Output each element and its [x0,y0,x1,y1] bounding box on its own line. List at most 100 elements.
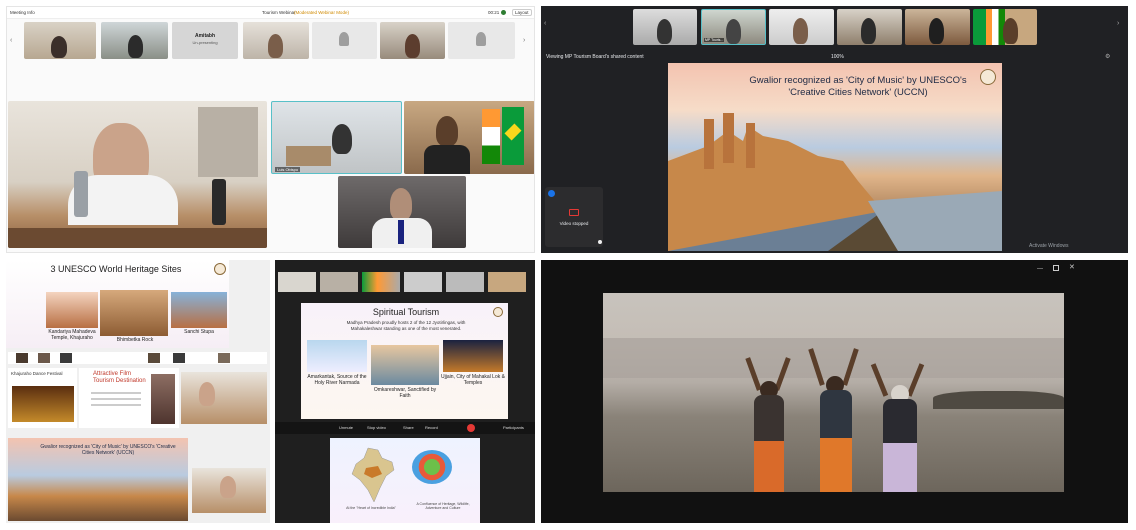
spiritual-slide: Spiritual Tourism Madhya Pradesh proudly… [301,303,508,419]
meeting-subtitle: (Moderated Webinar Mode) [294,10,349,15]
flask [212,179,226,225]
bottom-caption-2: A Confluence of Heritage, Wildlife, Adve… [416,502,470,510]
panel-video-player: — ✕ [541,260,1128,523]
thumb1-title: Khajuraho Dance Festival [11,371,63,376]
photo-amarkantak [307,340,367,372]
record-icon[interactable] [597,239,603,245]
thumb-tile-4[interactable] [380,22,445,59]
thumbnail-row [8,352,267,364]
layout-button[interactable]: Layout [512,9,532,16]
end-call-icon[interactable] [467,424,475,432]
thumb-tile-2[interactable] [101,22,168,59]
map-slide: At the "Heart of Incredible India" A Con… [330,438,480,523]
video-stopped-label: Video stopped [559,221,589,226]
photo-omkareshwar [371,345,439,385]
minimize-icon[interactable]: — [1037,266,1043,272]
app-title[interactable]: Meeting Info [10,10,35,15]
stop-video-button[interactable]: Stop video [367,425,386,430]
slide-title: Spiritual Tourism [372,307,440,317]
dance-festival-thumb[interactable]: Khajuraho Dance Festival [8,368,77,428]
strip-tile-4[interactable] [837,9,902,45]
shield-icon [501,10,506,15]
site-caption-3: Sanchi Stupa [184,329,214,335]
slide-body: Madhya Pradesh proudly hosts 2 of the 12… [346,320,466,331]
thumb-caption: Gwalior recognized as 'City of Music' by… [40,444,176,456]
main-speaker-video[interactable] [8,101,267,248]
meeting-toolbar: Unmute Stop video Share Record Participa… [275,422,535,434]
photo-khajuraho [46,292,98,328]
india-flag [482,109,500,164]
shared-slide: Gwalior recognized as 'City of Music' by… [668,63,1002,251]
thumb2-title: Attractive Film Tourism Destination [93,371,146,385]
thumb-tile-emblem-2[interactable] [448,22,515,59]
emblem-icon [493,307,503,317]
camera-icon[interactable] [548,190,555,197]
photo-ujjain [443,340,503,372]
bottom-caption: At the "Heart of Incredible India" [346,506,396,510]
thumb-tile-name[interactable]: Amitabh Un-presenting [172,22,238,59]
strip-tile-1[interactable] [633,9,697,45]
emblem-icon [476,32,486,46]
participant-video-1[interactable]: Luis Obispo [271,101,402,174]
thumb-tile-3[interactable] [243,22,309,59]
chevron-left-icon[interactable]: ‹ [544,20,546,27]
figure-left [745,355,796,492]
zoom-level[interactable]: 100% [831,54,844,60]
caption-1: Amarkantak, Source of the Holy River Nar… [307,374,367,386]
chevron-right-icon[interactable]: › [523,37,525,44]
flask [74,171,88,217]
caption-2: Omkareshwar, Sanctified by Faith [373,387,437,399]
thumb-tile-1[interactable] [24,22,96,59]
panel-spiritual-tourism: Spiritual Tourism Madhya Pradesh proudly… [275,260,535,523]
speaker-thumb[interactable] [181,372,267,424]
video-off-icon [569,209,579,216]
tile-status: Un-presenting [192,40,218,45]
strip-tile-5[interactable] [905,9,970,45]
clock: 00:21 [488,10,500,15]
site-caption-2: Bhimbetka Rock [116,337,154,343]
settings-icon[interactable]: ⚙ [1105,53,1110,60]
emblem-icon [980,69,996,85]
slide-title: Gwalior recognized as 'City of Music' by… [749,75,967,98]
gwalior-thumb[interactable]: Gwalior recognized as 'City of Music' by… [8,438,188,521]
strip-tile-6[interactable] [973,9,1037,45]
caption-3: Ujjain, City of Mahakal Lok & Temples [441,374,505,386]
panel-shared-content: ‹ MP Touris... › Viewing MP Tourism Boar… [541,6,1128,253]
chevron-left-icon[interactable]: ‹ [10,37,12,44]
meeting-topbar: Meeting Info Tourism Webinar (Moderated … [7,7,534,19]
heritage-slide: 3 UNESCO World Heritage Sites Kandariya … [6,260,229,348]
photo-bhimbetka [100,290,168,336]
share-button[interactable]: Share [403,425,414,430]
chevron-right-icon[interactable]: › [1117,20,1119,27]
thumb-tile-emblem[interactable] [312,22,377,59]
tile-name: Amitabh [195,33,215,39]
unmute-button[interactable]: Unmute [339,425,353,430]
strip-tile-2[interactable]: MP Touris... [701,9,766,45]
meeting-title: Tourism Webinar [262,10,296,15]
restore-icon[interactable] [1053,265,1059,271]
activate-windows: Activate Windows [1029,243,1069,249]
site-caption-1: Kandariya Mahadeva Temple, Khajuraho [48,329,96,341]
participants-button[interactable]: Participants [503,425,524,430]
video-label-1: Luis Obispo [275,167,301,172]
emblem-icon [339,32,349,46]
participant-video-3[interactable] [338,176,466,248]
video-frame[interactable] [603,293,1064,492]
panel-heritage-collage: 3 UNESCO World Heritage Sites Kandariya … [6,260,270,523]
speaker-thumb-2[interactable] [192,468,266,513]
emblem-icon [214,263,226,275]
share-banner: Viewing MP Tourism Board's shared conten… [546,54,644,60]
figure-middle [808,348,862,492]
panel-meeting-grid: Meeting Info Tourism Webinar (Moderated … [6,6,535,253]
participant-video-2[interactable] [404,101,534,174]
figure-right [870,361,927,492]
self-view-tile[interactable]: Video stopped [545,187,603,247]
film-tourism-thumb[interactable]: Attractive Film Tourism Destination [79,368,179,428]
strip-label: MP Touris... [704,38,725,42]
participant-strip [278,272,530,294]
india-map [351,447,395,503]
strip-tile-3[interactable] [769,9,834,45]
close-icon[interactable]: ✕ [1069,263,1075,271]
slide-title: 3 UNESCO World Heritage Sites [50,264,182,274]
record-button[interactable]: Record [425,425,438,430]
